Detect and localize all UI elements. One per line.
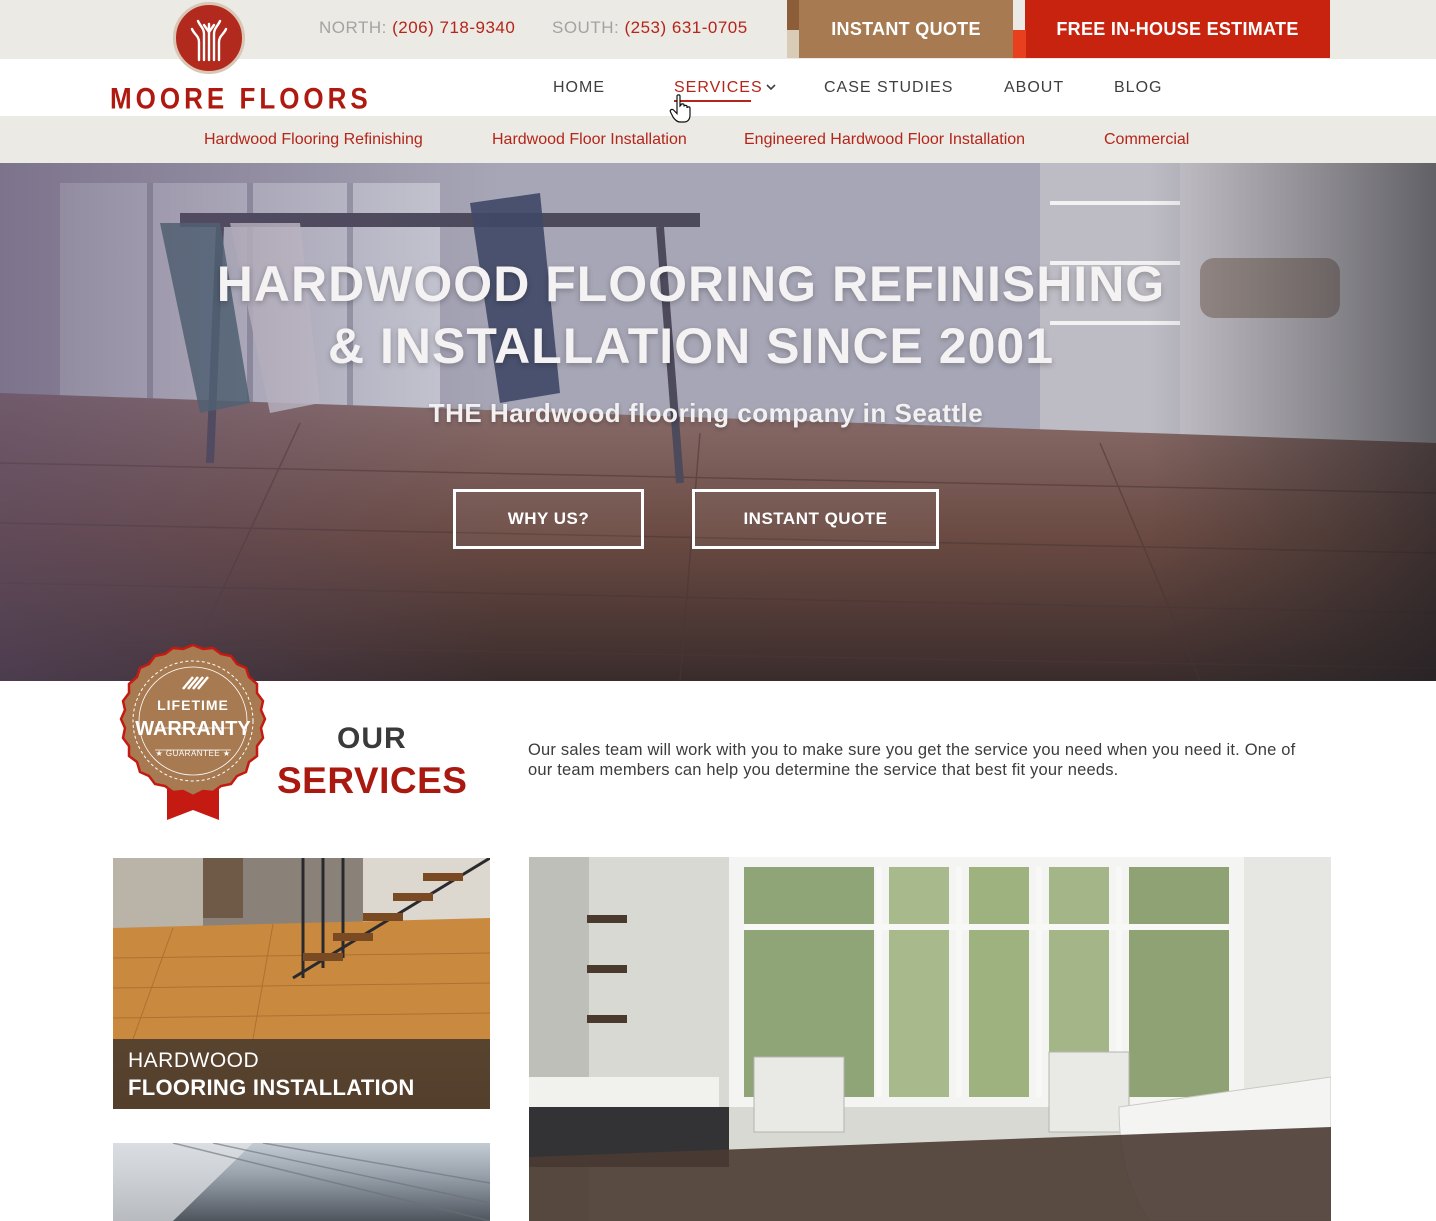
badge-line-2: WARRANTY bbox=[135, 718, 251, 740]
refinishing-photo bbox=[113, 1143, 490, 1221]
hero-title-line-2: & INSTALLATION SINCE 2001 bbox=[327, 318, 1055, 374]
service-card-refinishing[interactable] bbox=[113, 1143, 490, 1221]
hero-banner: HARDWOOD FLOORING REFINISHING & INSTALLA… bbox=[0, 163, 1436, 681]
free-estimate-button[interactable]: FREE IN-HOUSE ESTIMATE bbox=[1025, 0, 1330, 58]
lifetime-warranty-badge: LIFETIME WARRANTY ★ GUARANTEE ★ bbox=[119, 644, 267, 820]
nav-item-about[interactable]: ABOUT bbox=[1004, 79, 1064, 97]
logo-text[interactable]: MOORE FLOORS bbox=[110, 81, 372, 117]
chevron-down-icon[interactable] bbox=[765, 81, 777, 93]
section-heading-our: OUR bbox=[337, 722, 407, 755]
hero-title: HARDWOOD FLOORING REFINISHING & INSTALLA… bbox=[0, 253, 1382, 377]
why-us-button[interactable]: WHY US? bbox=[453, 489, 644, 549]
submenu-item-installation[interactable]: Hardwood Floor Installation bbox=[492, 131, 687, 149]
nav-item-blog[interactable]: BLOG bbox=[1114, 79, 1162, 97]
service-card-caption: HARDWOOD FLOORING INSTALLATION bbox=[113, 1039, 490, 1109]
bathroom-photo bbox=[529, 857, 1331, 1221]
hero-title-line-1: HARDWOOD FLOORING REFINISHING bbox=[216, 256, 1166, 312]
services-intro-text: Our sales team will work with you to mak… bbox=[528, 741, 1296, 779]
south-phone-number[interactable]: (253) 631-0705 bbox=[624, 18, 747, 37]
south-phone[interactable]: SOUTH: (253) 631-0705 bbox=[552, 18, 748, 38]
card-caption-line-2: FLOORING INSTALLATION bbox=[128, 1075, 415, 1100]
submenu-item-refinishing[interactable]: Hardwood Flooring Refinishing bbox=[204, 131, 423, 149]
accent-strip bbox=[1013, 30, 1026, 58]
page: NORTH: (206) 718-9340 SOUTH: (253) 631-0… bbox=[0, 0, 1436, 1221]
submenu-item-engineered[interactable]: Engineered Hardwood Floor Installation bbox=[744, 131, 1025, 149]
logo-emblem-icon[interactable] bbox=[173, 2, 245, 74]
tree-icon bbox=[190, 19, 228, 62]
north-phone-number[interactable]: (206) 718-9340 bbox=[392, 18, 515, 37]
nav-item-home[interactable]: HOME bbox=[553, 79, 605, 97]
card-caption-line-1: HARDWOOD bbox=[128, 1049, 260, 1072]
badge-line-1: LIFETIME bbox=[157, 697, 229, 713]
submenu-item-commercial[interactable]: Commercial bbox=[1104, 131, 1189, 149]
hero-subtitle: THE Hardwood flooring company in Seattle bbox=[428, 398, 984, 428]
hero-instant-quote-button[interactable]: INSTANT QUOTE bbox=[692, 489, 939, 549]
service-card-installation[interactable]: HARDWOOD FLOORING INSTALLATION bbox=[113, 858, 490, 1109]
instant-quote-button[interactable]: INSTANT QUOTE bbox=[799, 0, 1013, 58]
services-submenu: Hardwood Flooring Refinishing Hardwood F… bbox=[0, 116, 1436, 163]
north-phone-label: NORTH: bbox=[319, 18, 387, 37]
badge-line-3: ★ GUARANTEE ★ bbox=[155, 749, 230, 758]
accent-strip bbox=[787, 30, 799, 58]
bathroom-feature-image[interactable] bbox=[529, 857, 1331, 1221]
section-heading-services: SERVICES bbox=[277, 760, 468, 801]
north-phone[interactable]: NORTH: (206) 718-9340 bbox=[319, 18, 515, 38]
hand-cursor-icon bbox=[669, 94, 691, 123]
nav-item-case-studies[interactable]: CASE STUDIES bbox=[824, 79, 953, 97]
south-phone-label: SOUTH: bbox=[552, 18, 620, 37]
installation-photo bbox=[113, 858, 490, 1040]
accent-strip bbox=[787, 0, 799, 30]
